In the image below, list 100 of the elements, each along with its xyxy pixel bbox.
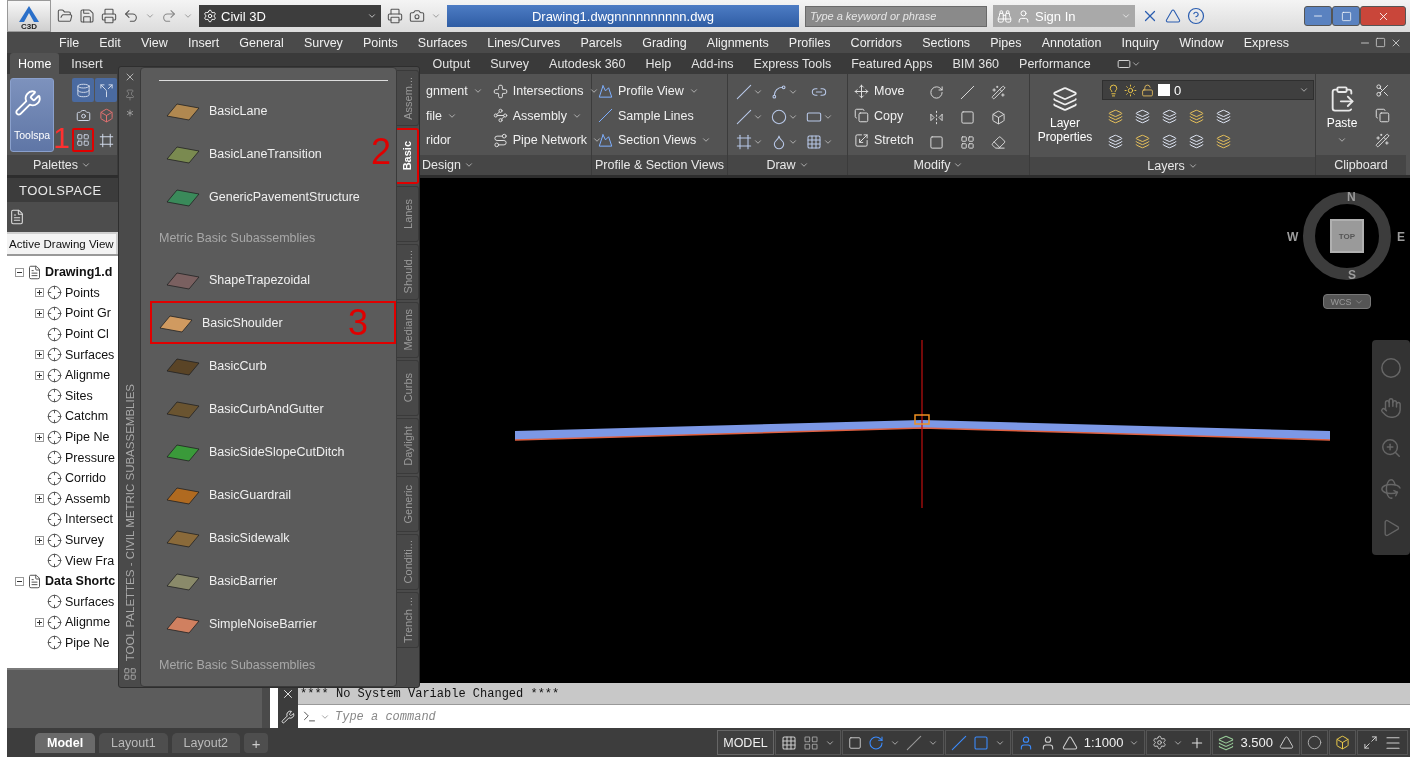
ribbon-command[interactable]: Move xyxy=(852,80,916,102)
tree-item[interactable]: Point Gr xyxy=(65,306,111,321)
app-menu-button[interactable]: C3D xyxy=(7,0,51,32)
panel-title[interactable]: Modify xyxy=(848,155,1029,175)
help-icon[interactable] xyxy=(1187,7,1205,25)
search-field[interactable]: Type a keyword or phrase xyxy=(805,5,987,27)
ribbon-command[interactable]: Copy xyxy=(852,104,916,127)
layers-icon[interactable] xyxy=(1218,734,1235,751)
save-icon[interactable] xyxy=(79,8,95,24)
expand-toggle[interactable] xyxy=(35,535,44,545)
ribbon-command[interactable]: file xyxy=(424,104,485,127)
layout-tab[interactable]: Layout2 xyxy=(171,733,241,753)
close-button[interactable] xyxy=(1360,6,1406,26)
menu-item[interactable]: Parcels xyxy=(580,35,623,50)
grid-icon[interactable] xyxy=(780,734,797,751)
tree-item[interactable]: Drawing1.d xyxy=(45,265,113,280)
ribbon-command[interactable]: gnment xyxy=(424,80,485,102)
tree-item[interactable]: Data Shortc xyxy=(45,574,116,589)
expand-toggle[interactable] xyxy=(15,267,24,277)
toolbar-button[interactable] xyxy=(72,128,94,152)
document-icon[interactable] xyxy=(9,209,25,225)
panel-title[interactable]: Design xyxy=(420,155,591,175)
layout-tab[interactable]: Model xyxy=(35,733,96,753)
model-space-button[interactable]: MODEL xyxy=(717,730,774,755)
menu-item[interactable]: Insert xyxy=(187,35,220,50)
shapes-icon[interactable] xyxy=(1279,735,1294,750)
workspace-dropdown[interactable]: Civil 3D xyxy=(199,5,381,27)
redo-icon[interactable] xyxy=(161,8,177,24)
minimize-button[interactable] xyxy=(1304,6,1332,26)
ribbon-tab[interactable]: Survey xyxy=(482,53,538,74)
menu-item[interactable]: Lines/Curves xyxy=(487,35,561,50)
ribbon-tab[interactable]: Add-ins xyxy=(683,53,742,74)
panel-title[interactable]: Draw xyxy=(728,155,847,175)
tree-item[interactable]: Survey xyxy=(65,533,104,547)
tree-item[interactable]: View Fra xyxy=(65,553,115,568)
tree-item[interactable]: Alignme xyxy=(65,368,111,383)
subassembly-tool[interactable]: BasicLane xyxy=(159,89,396,132)
toolspace-button[interactable]: Toolspa xyxy=(10,78,54,152)
ribbon-tab[interactable]: Insert xyxy=(63,53,111,74)
toolspace-tab[interactable]: Active Drawing View xyxy=(7,234,116,254)
palette-menu-icon[interactable] xyxy=(122,667,137,681)
ribbon-tab[interactable]: Express Tools xyxy=(745,53,840,74)
triangle-icon[interactable] xyxy=(1165,8,1181,24)
ribbon-tab[interactable]: BIM 360 xyxy=(944,53,1008,74)
expand-toggle[interactable] xyxy=(35,309,44,318)
menu-item[interactable]: Surfaces xyxy=(417,35,468,50)
tree-item[interactable]: Catchm xyxy=(65,409,109,424)
tree-item[interactable]: Assemb xyxy=(65,491,111,506)
zoom-icon[interactable] xyxy=(1380,437,1402,460)
print-icon[interactable] xyxy=(101,8,117,24)
restore-icon[interactable] xyxy=(1375,36,1386,48)
tree-item[interactable]: Alignme xyxy=(65,615,111,630)
ribbon-tab[interactable]: Help xyxy=(637,53,680,74)
menu-item[interactable]: Survey xyxy=(303,35,343,50)
expand-toggle[interactable] xyxy=(35,288,44,298)
menu-item[interactable]: Points xyxy=(363,35,398,50)
annotation-scale[interactable]: 1:1000 xyxy=(1083,735,1124,750)
ribbon-command[interactable]: Stretch xyxy=(852,129,916,151)
paste-button[interactable]: Paste xyxy=(1320,78,1364,152)
palette-tab[interactable]: Basic xyxy=(397,128,419,184)
orbit-icon[interactable] xyxy=(1380,477,1402,500)
tree-item[interactable]: Pipe Ne xyxy=(65,430,110,445)
pin-icon[interactable] xyxy=(123,89,136,101)
menu-item[interactable]: Window xyxy=(1179,35,1224,50)
undo-icon[interactable] xyxy=(123,8,139,24)
menu-item[interactable]: Annotation xyxy=(1041,35,1102,50)
panel-title[interactable]: Profile & Section Views xyxy=(592,155,727,175)
menu-item[interactable]: Express xyxy=(1243,35,1289,50)
tree-item[interactable]: Pipe Ne xyxy=(65,636,110,650)
toolbar-button[interactable] xyxy=(95,78,117,102)
tree-item[interactable]: Point Cl xyxy=(65,327,109,342)
tree-item[interactable]: Sites xyxy=(65,388,93,403)
tree-item[interactable]: Surfaces xyxy=(65,594,115,609)
fullscreen-icon[interactable] xyxy=(1363,735,1378,750)
tree-item[interactable]: Surfaces xyxy=(65,347,115,362)
layer-dropdown[interactable]: 0 xyxy=(1102,80,1314,100)
menu-item[interactable]: Edit xyxy=(99,35,121,50)
menu-item[interactable]: Corridors xyxy=(850,35,902,50)
camera-icon[interactable] xyxy=(409,8,425,24)
toolbar-button[interactable] xyxy=(72,78,94,102)
menu-item[interactable]: Profiles xyxy=(788,35,831,50)
ribbon-tab[interactable]: Output xyxy=(424,53,479,74)
menu-item[interactable]: General xyxy=(239,35,284,50)
layout-tab[interactable]: Layout1 xyxy=(99,733,168,753)
binoculars-icon[interactable] xyxy=(997,8,1012,24)
menu-item[interactable]: Inquiry xyxy=(1121,35,1160,50)
tree-item[interactable]: Corrido xyxy=(65,471,106,486)
layer-properties-button[interactable]: Layer Properties xyxy=(1034,78,1096,152)
restore-button[interactable] xyxy=(1332,6,1360,26)
menu-item[interactable]: Pipes xyxy=(990,35,1022,50)
expand-toggle[interactable] xyxy=(35,432,44,442)
tree-item[interactable]: Intersect xyxy=(65,512,113,527)
expand-toggle[interactable] xyxy=(35,350,44,360)
ribbon-tab[interactable]: Performance xyxy=(1011,53,1099,74)
ribbon-tab[interactable]: Home xyxy=(10,53,60,74)
wrench-icon[interactable] xyxy=(281,709,295,724)
add-layout-button[interactable]: + xyxy=(244,733,269,753)
tree-item[interactable]: Points xyxy=(65,285,100,300)
expand-toggle[interactable] xyxy=(35,494,44,504)
open-folder-icon[interactable] xyxy=(57,8,73,24)
